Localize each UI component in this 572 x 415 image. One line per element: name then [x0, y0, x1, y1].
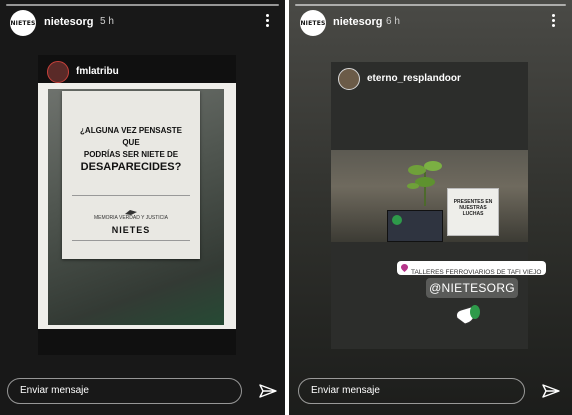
divider: [72, 240, 190, 241]
plant-icon: [405, 156, 445, 206]
reposted-story-card[interactable]: fmlatribu ¿ALGUNA VEZ PENSASTE QUE PODRÍ…: [38, 55, 236, 355]
reposted-username[interactable]: eterno_resplandoor: [367, 73, 461, 84]
story-timestamp: 6 h: [386, 16, 400, 27]
send-icon[interactable]: [542, 383, 560, 399]
sign-dark: [387, 210, 443, 242]
location-sticker[interactable]: TALLERES FERROVIARIOS DE TAFI VIEJO: [397, 261, 547, 276]
send-icon[interactable]: [259, 383, 277, 399]
poster: ¿ALGUNA VEZ PENSASTE QUE PODRÍAS SER NIE…: [62, 91, 200, 259]
message-input[interactable]: Enviar mensaje: [298, 378, 525, 404]
story-username[interactable]: nietesorg: [333, 16, 383, 28]
story-username[interactable]: nietesorg: [44, 16, 94, 28]
reposted-avatar: [47, 61, 69, 83]
reposted-username[interactable]: fmlatribu: [76, 66, 119, 77]
reposted-story-card[interactable]: eterno_resplandoor PRESENTES EN NUESTRAS…: [331, 62, 547, 349]
avatar[interactable]: NIETES: [300, 10, 326, 36]
story-progress-bar: [6, 4, 279, 6]
story-progress-bar: [295, 4, 566, 6]
reposted-avatar: [338, 68, 360, 90]
avatar[interactable]: NIETES: [10, 10, 36, 36]
divider: [72, 195, 190, 196]
mention-sticker[interactable]: @NIETESORG: [426, 278, 518, 298]
poster-logo: NIETES: [111, 225, 151, 235]
location-pin-icon: [401, 264, 408, 272]
more-options-icon[interactable]: [548, 13, 558, 29]
poster-question: ¿ALGUNA VEZ PENSASTE QUE PODRÍAS SER NIE…: [80, 126, 182, 173]
more-options-icon[interactable]: [262, 13, 272, 29]
message-input[interactable]: Enviar mensaje: [7, 378, 242, 404]
poster-org-text: MEMORIA VERDAD Y JUSTICIA: [94, 215, 168, 221]
story-photo: ¿ALGUNA VEZ PENSASTE QUE PODRÍAS SER NIE…: [38, 83, 236, 329]
sign-white: PRESENTES EN NUESTRAS LUCHAS: [447, 188, 499, 236]
story-timestamp: 5 h: [100, 16, 114, 27]
story-viewer-left[interactable]: NIETES nietesorg 5 h fmlatribu ¿ALGUNA V…: [0, 0, 285, 415]
hands-sticker-icon: [453, 302, 483, 328]
story-photo: PRESENTES EN NUESTRAS LUCHAS: [331, 150, 528, 242]
hands-logo-icon: [124, 203, 138, 215]
story-viewer-right[interactable]: NIETES nietesorg 6 h eterno_resplandoor …: [289, 0, 572, 415]
